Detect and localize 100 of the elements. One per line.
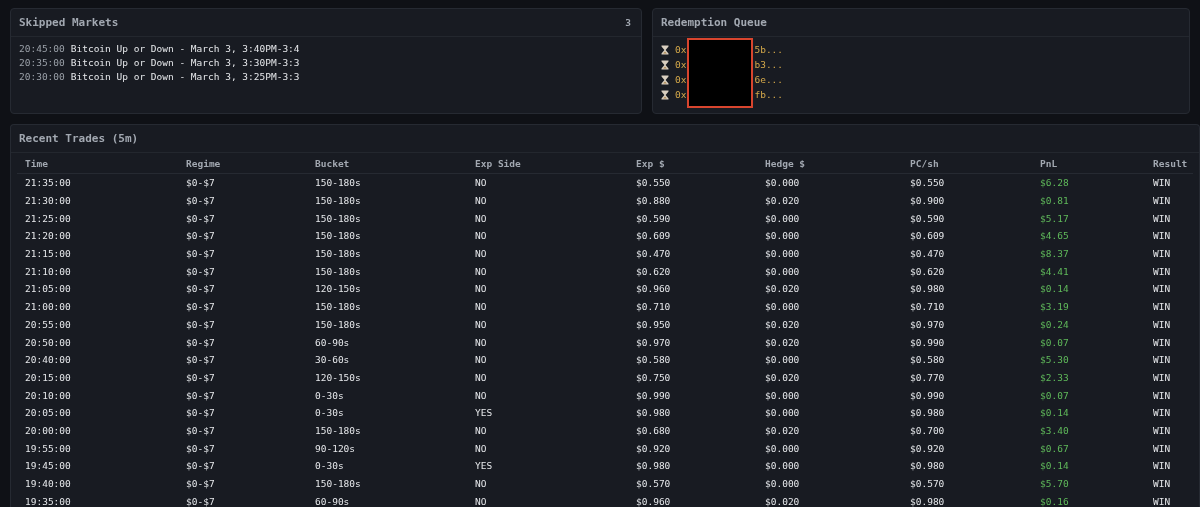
table-cell-text: $0-$7 [185,388,216,403]
table-cell-text: 19:55:00 [24,441,72,456]
table-cell-text: 0-30s [314,406,345,421]
table-cell-text: WIN [1152,441,1172,456]
address-suffix: 5b... [754,44,784,55]
column-header: PnL [1032,153,1145,174]
panel-title: Skipped Markets [19,16,119,29]
table-cell-text: 19:40:00 [24,477,72,492]
table-cell-text: $3.40 [1039,423,1070,438]
table-cell-text: 0-30s [314,459,345,474]
table-cell: 21:35:00 [17,173,178,192]
table-cell-text: $0.570 [635,477,672,492]
table-cell-text: 20:40:00 [24,353,72,368]
column-header: Exp Side [467,153,628,174]
table-cell-text: $0.590 [635,211,672,226]
table-cell-text: 120-150s [314,282,362,297]
table-cell-text: $0-$7 [185,264,216,279]
table-cell-text: $0.580 [635,353,672,368]
table-cell-text: 150-180s [314,247,362,262]
table-cell-text: WIN [1152,423,1172,438]
table-cell-text: $0-$7 [185,370,216,385]
table-cell-text: $0.470 [635,247,672,262]
table-cell-text: 19:35:00 [24,494,72,507]
table-cell-text: $0.020 [764,335,801,350]
table-cell-text: NO [474,247,488,262]
table-cell-text: $0-$7 [185,317,216,332]
table-cell-text: 120-150s [314,370,362,385]
table-cell-text: $5.70 [1039,477,1070,492]
column-header: Regime [178,153,307,174]
table-cell-text: 150-180s [314,211,362,226]
market-text: Bitcoin Up or Down - March 3, 3:40PM-3:4 [70,43,300,54]
column-header: Result [1145,153,1193,174]
table-cell-text: $0.620 [635,264,672,279]
table-cell-text: $0.020 [764,317,801,332]
table-cell-text: $0.000 [764,211,801,226]
table-cell-text: $0-$7 [185,247,216,262]
table-cell-text: YES [474,459,494,474]
panel-title: Recent Trades (5m) [19,132,139,145]
table-cell-text: $0-$7 [185,229,216,244]
table-cell-text: $0.000 [764,300,801,315]
address-prefix: 0x [675,44,687,55]
table-cell-text: 150-180s [314,264,362,279]
table-cell-text: $0.680 [635,423,672,438]
table-cell-text: $0-$7 [185,441,216,456]
table-cell: WIN [1145,173,1193,192]
table-cell-text: $0.980 [635,459,672,474]
table-cell-text: $0.14 [1039,282,1070,297]
table-cell-text: $0.570 [909,477,946,492]
table-cell-text: $0.000 [764,459,801,474]
table-cell-text: $0.970 [909,317,946,332]
table-cell-text: NO [474,194,488,209]
table-cell-text: $0.000 [764,264,801,279]
table-cell-text: $0.020 [764,423,801,438]
table-cell-text: WIN [1152,229,1172,244]
table-cell-text: $0-$7 [185,406,216,421]
table-cell-text: $0.980 [909,459,946,474]
table-cell-text: $0.950 [635,317,672,332]
table-cell-text: $0.000 [764,353,801,368]
table-cell-text: $0.000 [764,441,801,456]
table-cell-text: $0.900 [909,194,946,209]
column-header: Time [17,153,178,174]
table-cell-text: 30-60s [314,353,351,368]
table-cell-text: $0.620 [909,264,946,279]
table-cell-text: $0.980 [635,406,672,421]
table-cell-text: 150-180s [314,477,362,492]
address-suffix: fb... [754,89,784,100]
table-cell-text: 21:30:00 [24,194,72,209]
market-text: Bitcoin Up or Down - March 3, 3:30PM-3:3 [70,57,300,68]
table-cell-text: WIN [1152,194,1172,209]
table-cell-text: NO [474,370,488,385]
table-cell-text: $0.020 [764,282,801,297]
table-cell-text: 150-180s [314,300,362,315]
table-cell-text: $0.580 [909,353,946,368]
table-cell-text: WIN [1152,317,1172,332]
table-cell-text: 20:10:00 [24,388,72,403]
table-cell-text: $5.30 [1039,353,1070,368]
hourglass-icon [661,89,669,100]
table-cell-text: $0-$7 [185,211,216,226]
table-cell-text: $0-$7 [185,194,216,209]
table-cell-text: $0.960 [635,282,672,297]
table-cell-text: NO [474,300,488,315]
table-cell-text: $2.33 [1039,370,1070,385]
table-cell-text: NO [474,211,488,226]
hourglass-icon [661,44,669,55]
table-cell-text: $0.16 [1039,494,1070,507]
table-cell-text: $0.609 [635,229,672,244]
table-cell-text: $0.990 [909,388,946,403]
table-cell-text: 20:55:00 [24,317,72,332]
table-cell-text: $5.17 [1039,211,1070,226]
table-cell-text: 19:45:00 [24,459,72,474]
table-cell-text: $0.14 [1039,459,1070,474]
table-cell-text: $0.000 [764,406,801,421]
hourglass-icon [661,59,669,70]
table-cell-text: 90-120s [314,441,357,456]
table-cell-text: $0.609 [909,229,946,244]
table-cell-text: $4.41 [1039,264,1070,279]
table-cell-text: $0-$7 [185,300,216,315]
table-cell-text: 21:20:00 [24,229,72,244]
column-header: PC/sh [902,153,1032,174]
table-cell-text: WIN [1152,406,1172,421]
